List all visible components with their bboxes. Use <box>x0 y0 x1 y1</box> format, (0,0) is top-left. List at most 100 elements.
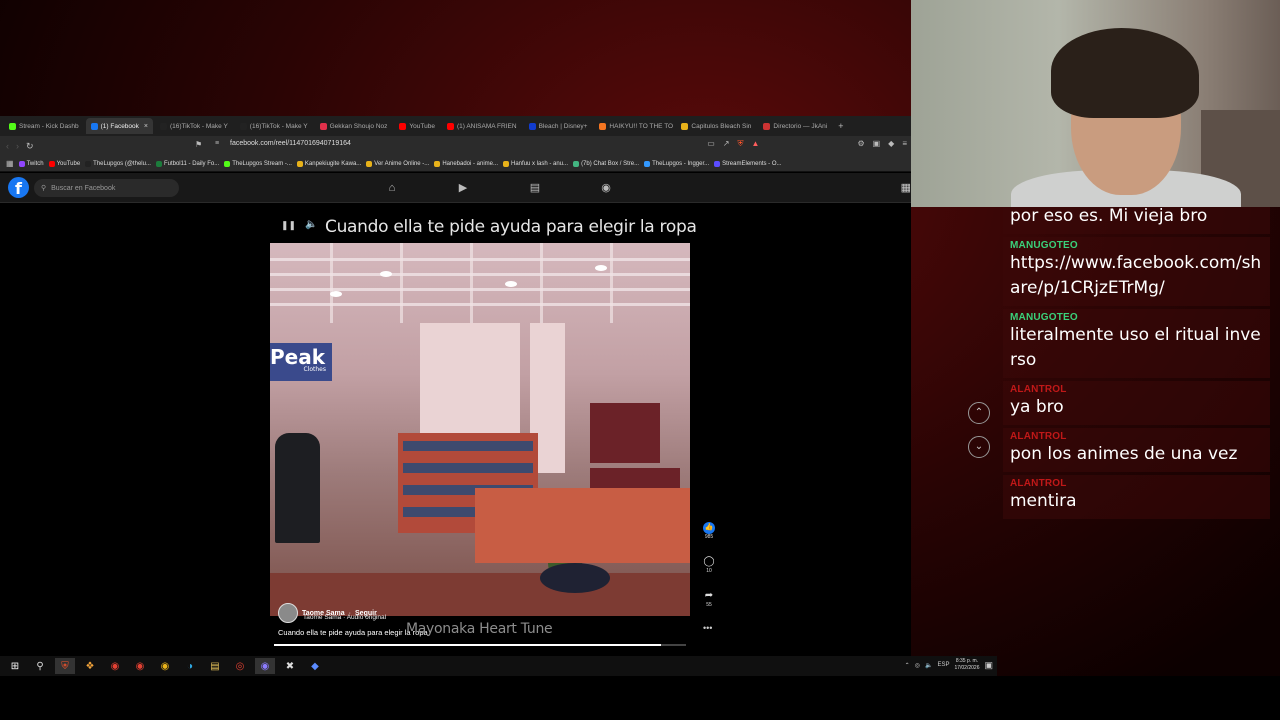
marketplace-icon[interactable]: ▤ <box>528 181 542 195</box>
bookmark-label: Kanpekiugite Kawa... <box>304 160 362 167</box>
sidebar-icon[interactable]: ▣ <box>873 139 881 149</box>
bookmark-label: StreamElements - O... <box>722 160 782 167</box>
clock[interactable]: 8:35 p. m. 17/02/2026 <box>954 658 979 672</box>
reel-video[interactable]: Peak Clothes <box>270 243 690 616</box>
share-action[interactable]: ➦ 55 <box>700 590 718 608</box>
previous-reel-button[interactable]: ⌃ <box>968 402 990 424</box>
browser-tab[interactable]: Gekkan Shoujo Noz <box>315 118 393 134</box>
chevron-up-tray-icon[interactable]: ⌃ <box>905 662 910 669</box>
bookmark-item[interactable]: Twitch <box>18 160 44 167</box>
tab-favicon-icon <box>446 122 454 130</box>
tab-label: Gekkan Shoujo Noz <box>329 122 388 130</box>
comment-action[interactable]: ◯ 10 <box>700 556 718 574</box>
avatar[interactable] <box>278 603 298 623</box>
url-field[interactable]: facebook.com/reel/1147016940719164 <box>230 140 351 147</box>
chat-message: ALANTROL ya bro <box>1003 381 1270 425</box>
bookmark-item[interactable]: Ver Anime Online -... <box>366 160 429 167</box>
bookmark-label: Hanfuu x lash - anu... <box>511 160 569 167</box>
browser-tab[interactable]: Capitulos Bleach Sin <box>676 118 756 134</box>
share-icon[interactable]: ↗ <box>723 139 730 149</box>
chrome-icon-2[interactable]: ◉ <box>130 658 150 674</box>
bookmark-item[interactable]: TheLupgos (@thelu... <box>85 160 151 167</box>
language-indicator[interactable]: ESP <box>937 662 949 668</box>
video-icon[interactable]: ▶ <box>456 181 470 195</box>
capcut-icon[interactable]: ✖ <box>280 658 300 674</box>
browser-tab[interactable]: Stream - Kick Dashb <box>4 118 84 134</box>
home-icon[interactable]: ⌂ <box>385 181 399 195</box>
apps-icon[interactable]: ▦ <box>6 159 14 168</box>
bookmark-item[interactable]: YouTube <box>48 160 80 167</box>
app-icon-1[interactable]: ❖ <box>80 658 100 674</box>
folder-icon[interactable]: ▤ <box>205 658 225 674</box>
bookmark-item[interactable]: (7b) Chat Box / Stre... <box>573 160 640 167</box>
search-taskbar-icon[interactable]: ⚲ <box>30 658 50 674</box>
more-options-icon[interactable]: ••• <box>703 623 712 633</box>
bookmark-item[interactable]: StreamElements - O... <box>714 160 782 167</box>
site-settings-icon[interactable]: ≡ <box>215 140 219 147</box>
chrome-icon-3[interactable]: ◉ <box>155 658 175 674</box>
browser-tab[interactable]: (1) ANISAMA FRIEN <box>442 118 522 134</box>
bookmark-item[interactable]: Hanebadoi - anime... <box>434 160 498 167</box>
browser-tab[interactable]: YouTube <box>394 118 440 134</box>
new-tab-icon[interactable]: + <box>838 121 843 131</box>
bookmark-item[interactable]: Futbol11 - Daily Fo... <box>155 160 219 167</box>
bookmark-item[interactable]: Kanpekiugite Kawa... <box>296 160 362 167</box>
bookmark-favicon-icon <box>434 160 441 167</box>
reload-icon[interactable]: ↻ <box>26 141 34 152</box>
notification-icon[interactable]: ▣ <box>984 660 993 671</box>
brave-shield-icon[interactable]: ⛨ <box>738 139 744 149</box>
rewards-icon[interactable]: ▲ <box>752 139 760 149</box>
audio-line[interactable]: Taome Sama · Audio original <box>303 614 386 621</box>
menu-icon[interactable]: ≡ <box>902 139 907 149</box>
discord-icon[interactable]: ◉ <box>255 658 275 674</box>
pause-icon[interactable]: ❚❚ <box>281 220 296 231</box>
next-reel-button[interactable]: ⌄ <box>968 436 990 458</box>
groups-icon[interactable]: ◉ <box>599 181 613 195</box>
facebook-search[interactable]: ⚲ Buscar en Facebook <box>34 179 179 197</box>
comment-count: 10 <box>706 568 712 574</box>
bookmark-label: (7b) Chat Box / Stre... <box>581 160 640 167</box>
bookmark-item[interactable]: Hanfuu x lash - anu... <box>503 160 569 167</box>
app-icon-2[interactable]: ◆ <box>305 658 325 674</box>
chat-message: ALANTROL mentira <box>1003 475 1270 519</box>
browser-tab[interactable]: HAIKYU!! TO THE TO <box>594 118 674 134</box>
bookmark-item[interactable]: TheLupgos Stream -... <box>224 160 292 167</box>
forward-icon[interactable]: › <box>16 141 19 151</box>
bookmark-item[interactable]: TheLupgos - Ingger... <box>644 160 709 167</box>
bookmark-favicon-icon <box>503 160 510 167</box>
speaker-icon[interactable]: 🔈 <box>925 662 932 669</box>
chat-username: ALANTROL <box>1010 431 1067 442</box>
bookmark-favicon-icon <box>155 160 162 167</box>
browser-tab[interactable]: (1) Facebook × <box>85 118 153 134</box>
edge-icon[interactable]: ◑ <box>180 658 200 674</box>
share-arrow-icon: ➦ <box>704 590 714 601</box>
bookmarks-bar: ▦ Twitch YouTube TheLupgos (@thelu... Futbo… <box>0 156 911 172</box>
cast-icon[interactable]: ▭ <box>707 139 715 149</box>
volume-icon[interactable]: 🔈 <box>305 219 317 230</box>
bookmark-favicon-icon <box>714 160 721 167</box>
extensions-icon[interactable]: ⚙ <box>857 139 864 149</box>
bookmark-icon[interactable]: ⚑ <box>195 140 202 149</box>
brave-icon[interactable]: ⛨ <box>55 658 75 674</box>
stream-overlay-background: Stream - Kick Dashb (1) Facebook × (16)TikT… <box>0 0 1280 720</box>
browser-tab[interactable]: Directorio — JkAni <box>758 118 832 134</box>
chevron-down-icon: ⌄ <box>974 441 984 452</box>
obs-icon[interactable]: ◎ <box>230 658 250 674</box>
folded-cloth <box>540 563 610 593</box>
browser-tab[interactable]: Bleach | Disney+ <box>524 118 593 134</box>
bottom-letterbox <box>0 676 1280 720</box>
browser-tab[interactable]: (16)TikTok - Make Y <box>235 118 313 134</box>
close-tab-icon[interactable]: × <box>144 123 148 130</box>
chrome-icon[interactable]: ◉ <box>105 658 125 674</box>
back-icon[interactable]: ‹ <box>6 141 9 151</box>
like-action[interactable]: 👍 985 <box>700 521 718 540</box>
facebook-logo[interactable]: f <box>8 177 29 198</box>
progress-bar[interactable] <box>274 644 686 646</box>
start-icon[interactable]: ⊞ <box>5 658 25 674</box>
wallet-icon[interactable]: ◆ <box>888 139 894 149</box>
bookmark-favicon-icon <box>296 160 303 167</box>
browser-tab[interactable]: (16)TikTok - Make Y <box>155 118 233 134</box>
menu-grid-icon[interactable]: ▦ <box>901 181 911 194</box>
network-icon[interactable]: ◎ <box>915 662 920 669</box>
tab-label: (1) Facebook <box>100 122 139 130</box>
